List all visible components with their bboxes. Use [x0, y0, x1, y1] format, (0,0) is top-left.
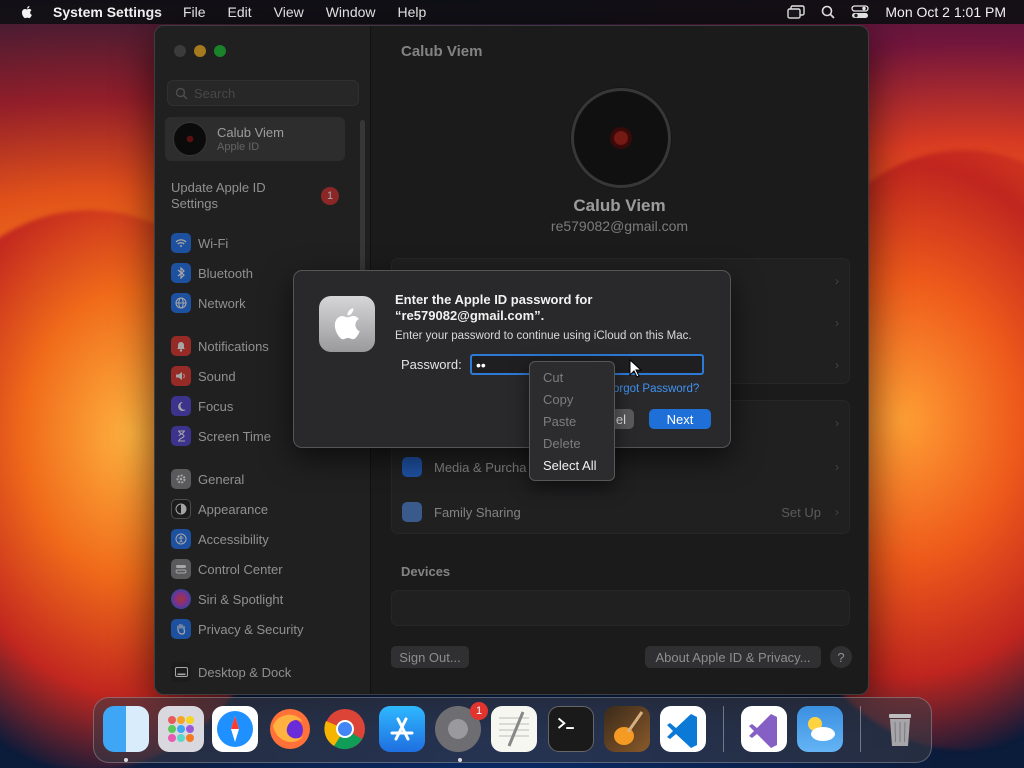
menu-item-select-all[interactable]: Select All	[530, 454, 614, 476]
menu-bar: System Settings File Edit View Window He…	[0, 0, 1024, 24]
dock-separator	[860, 706, 861, 752]
menu-app-name[interactable]: System Settings	[53, 4, 162, 20]
finder-icon[interactable]	[103, 706, 149, 752]
dock-separator	[723, 706, 724, 752]
firefox-icon[interactable]	[267, 706, 313, 752]
menu-file[interactable]: File	[183, 4, 206, 20]
visual-studio-icon[interactable]	[741, 706, 787, 752]
dialog-subtitle: Enter your password to continue using iC…	[395, 330, 692, 342]
password-label: Password:	[401, 357, 462, 372]
dialog-title: Enter the Apple ID password for “re57908…	[395, 292, 593, 323]
settings-badge: 1	[470, 702, 488, 720]
context-menu: Cut Copy Paste Delete Select All	[529, 361, 615, 481]
menu-view[interactable]: View	[274, 4, 304, 20]
menu-item-cut[interactable]: Cut	[530, 366, 614, 388]
menu-clock[interactable]: Mon Oct 2 1:01 PM	[885, 4, 1006, 20]
forgot-password-link[interactable]: orgot Password?	[613, 383, 699, 395]
running-indicator	[458, 758, 462, 762]
menu-window[interactable]: Window	[326, 4, 376, 20]
next-button[interactable]: Next	[649, 409, 711, 429]
running-indicator	[124, 758, 128, 762]
safari-icon[interactable]	[212, 706, 258, 752]
weather-icon[interactable]	[797, 706, 843, 752]
mouse-cursor-icon	[629, 359, 643, 378]
trash-icon[interactable]	[877, 706, 923, 752]
menu-item-delete[interactable]: Delete	[530, 432, 614, 454]
dock: 1	[93, 697, 932, 763]
textedit-icon[interactable]	[491, 706, 537, 752]
garageband-icon[interactable]	[604, 706, 650, 752]
terminal-icon[interactable]	[548, 706, 594, 752]
apple-logo-icon	[319, 296, 375, 352]
launchpad-icon[interactable]	[158, 706, 204, 752]
menu-item-copy[interactable]: Copy	[530, 388, 614, 410]
menu-edit[interactable]: Edit	[228, 4, 252, 20]
spotlight-search-icon[interactable]	[819, 5, 837, 19]
control-center-icon[interactable]	[851, 5, 870, 19]
password-dialog: Enter the Apple ID password for “re57908…	[293, 270, 731, 448]
vscode-icon[interactable]	[660, 706, 706, 752]
app-store-icon[interactable]	[379, 706, 425, 752]
menu-item-paste[interactable]: Paste	[530, 410, 614, 432]
apple-menu-icon[interactable]	[19, 4, 35, 20]
chrome-icon[interactable]	[322, 706, 368, 752]
screen-mirroring-icon[interactable]	[787, 5, 806, 19]
menu-help[interactable]: Help	[398, 4, 427, 20]
